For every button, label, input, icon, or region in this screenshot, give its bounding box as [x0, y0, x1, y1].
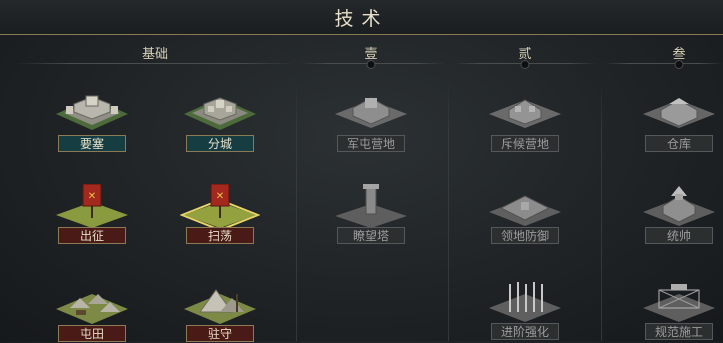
- svg-text:✕: ✕: [88, 191, 96, 202]
- tech-node-territory-defense[interactable]: 领地防御: [485, 184, 565, 244]
- spear-rack-icon: [489, 282, 561, 322]
- tech-node-garrison[interactable]: 驻守: [180, 282, 260, 342]
- tech-node-fortress[interactable]: 要塞: [52, 92, 132, 152]
- war-banner-icon: ✕: [56, 184, 128, 228]
- tier-divider-basic: [15, 63, 295, 64]
- fortification-icon: [489, 195, 561, 226]
- war-banner-icon: ✕: [180, 184, 260, 228]
- title-bar: 技术: [0, 0, 723, 35]
- tech-label-advanced-strength: 进阶强化: [491, 323, 559, 340]
- tech-label-garrison: 驻守: [186, 325, 254, 342]
- tech-node-branch-city[interactable]: 分城: [180, 92, 260, 152]
- tech-label-commander: 统帅: [645, 227, 713, 244]
- tier-label-basic: 基础: [141, 47, 169, 62]
- tech-label-expedition: 出征: [58, 227, 126, 244]
- column-separator: [296, 80, 297, 341]
- tech-node-scout-camp[interactable]: 斥候营地: [485, 92, 565, 152]
- construction-icon: [643, 284, 715, 322]
- tech-node-watchtower[interactable]: 瞭望塔: [331, 184, 411, 244]
- tech-label-watchtower: 瞭望塔: [337, 227, 405, 244]
- warehouse-icon: [643, 98, 715, 128]
- tent-icon: [184, 289, 256, 324]
- tier-marker-3: [674, 60, 684, 69]
- tech-node-farming[interactable]: 屯田: [52, 282, 132, 342]
- tech-label-fortress: 要塞: [58, 135, 126, 152]
- svg-text:✕: ✕: [216, 191, 224, 202]
- watchtower-icon: [335, 184, 407, 228]
- tier-divider-3: [605, 63, 723, 64]
- tech-node-barracks[interactable]: 军屯营地: [331, 92, 411, 152]
- tech-label-barracks: 军屯营地: [337, 135, 405, 152]
- tech-label-branch-city: 分城: [186, 135, 254, 152]
- camp-icon: [56, 294, 128, 324]
- tech-label-standard-build: 规范施工: [645, 323, 713, 340]
- tech-node-warehouse[interactable]: 仓库: [639, 92, 719, 152]
- tech-label-farming: 屯田: [58, 325, 126, 342]
- tech-label-territory-defense: 领地防御: [491, 227, 559, 244]
- tech-node-standard-build[interactable]: 规范施工: [639, 280, 719, 340]
- camp-icon: [489, 99, 561, 128]
- camp-icon: [335, 97, 407, 128]
- tier-marker-2: [520, 60, 530, 69]
- page-title: 技术: [334, 8, 389, 30]
- fortress-icon: [56, 95, 128, 130]
- tech-label-scout-camp: 斥候营地: [491, 135, 559, 152]
- tier-marker-1: [366, 60, 376, 69]
- column-separator: [601, 80, 602, 341]
- tech-label-sweep: 扫荡: [186, 227, 254, 244]
- tech-node-commander[interactable]: 统帅: [639, 184, 719, 244]
- palace-icon: [643, 186, 715, 226]
- tech-label-warehouse: 仓库: [645, 135, 713, 152]
- tech-node-expedition[interactable]: ✕ 出征: [52, 184, 132, 244]
- walled-city-icon: [184, 97, 256, 130]
- tech-node-advanced-strength[interactable]: 进阶强化: [485, 280, 565, 340]
- tech-node-sweep[interactable]: ✕ 扫荡: [180, 184, 260, 244]
- column-separator: [448, 80, 449, 341]
